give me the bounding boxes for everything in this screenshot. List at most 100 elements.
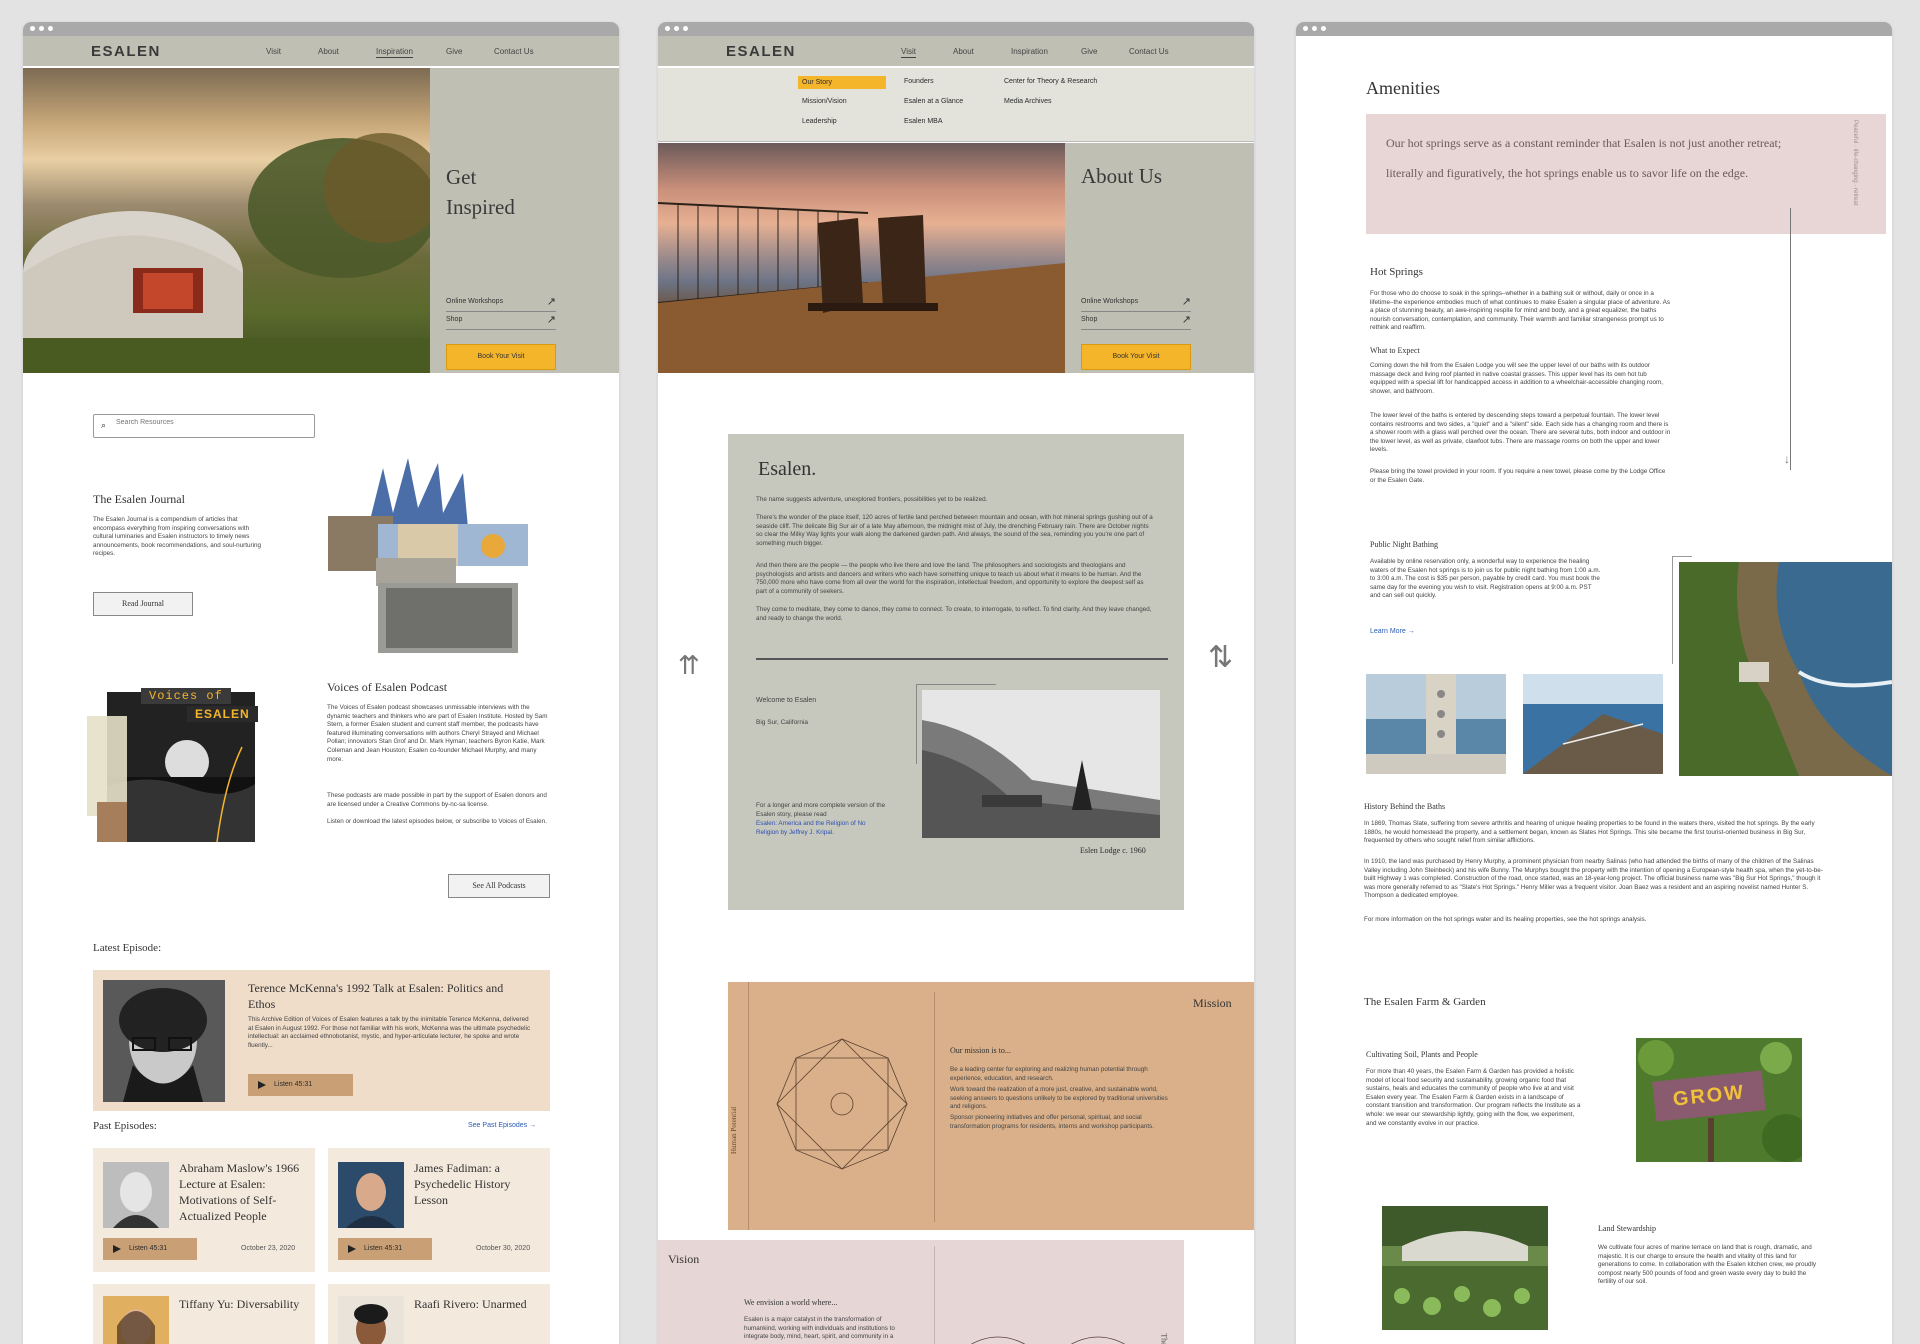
menu-mba[interactable]: Esalen MBA bbox=[904, 118, 943, 125]
book-visit-button[interactable]: Book Your Visit bbox=[446, 344, 556, 370]
read-journal-button[interactable]: Read Journal bbox=[93, 592, 193, 616]
listen-button[interactable]: Listen 45:31 bbox=[338, 1238, 432, 1260]
shop-link[interactable]: Shop ↗ bbox=[1081, 314, 1191, 330]
nav-inspiration[interactable]: Inspiration bbox=[376, 47, 413, 58]
book-visit-button[interactable]: Book Your Visit bbox=[1081, 344, 1191, 370]
human-potential-label: Human Potential bbox=[730, 1106, 738, 1154]
arrow-up-icon[interactable]: ⇈ bbox=[678, 650, 700, 681]
arrow-down-icon[interactable]: ↓ bbox=[1784, 452, 1790, 466]
hot-springs-p: For those who do choose to soak in the s… bbox=[1370, 290, 1670, 332]
latest-episode-label: Latest Episode: bbox=[93, 942, 162, 954]
nav-give[interactable]: Give bbox=[1081, 47, 1097, 56]
nav-contact[interactable]: Contact Us bbox=[494, 47, 534, 56]
nav-about[interactable]: About bbox=[953, 47, 974, 56]
maslow-portrait bbox=[103, 1162, 169, 1228]
search-input[interactable] bbox=[116, 419, 306, 426]
ocean-deck-photo bbox=[1523, 674, 1663, 774]
past-episode-title[interactable]: Abraham Maslow's 1966 Lecture at Esalen:… bbox=[179, 1160, 307, 1224]
online-workshops-link[interactable]: Online Workshops ↗ bbox=[1081, 296, 1191, 312]
deck-view-photo bbox=[1366, 674, 1506, 774]
expect-title: What to Expect bbox=[1370, 346, 1420, 355]
octagon-diagram bbox=[776, 1038, 908, 1170]
night-bathing-p: Available by online reservation only, a … bbox=[1370, 558, 1601, 600]
latest-episode-title[interactable]: Terence McKenna's 1992 Talk at Esalen: P… bbox=[248, 980, 518, 1012]
story-p2: There's the wonder of the place itself, … bbox=[756, 514, 1153, 547]
podcast-collage: Voices of ESALEN bbox=[87, 662, 309, 847]
window-chrome bbox=[1296, 22, 1892, 36]
past-episode-card[interactable]: Raafi Rivero: Unarmed bbox=[328, 1284, 550, 1344]
nav-give[interactable]: Give bbox=[446, 47, 462, 56]
night-bathing-title: Public Night Bathing bbox=[1370, 540, 1438, 549]
search-icon: ⌕ bbox=[101, 420, 107, 430]
menu-mission-vision[interactable]: Mission/Vision bbox=[802, 98, 847, 105]
window-dot[interactable] bbox=[665, 26, 670, 31]
past-episode-card[interactable]: Tiffany Yu: Diversability bbox=[93, 1284, 315, 1344]
logo[interactable]: ESALEN bbox=[726, 43, 796, 60]
episode-date: October 23, 2020 bbox=[241, 1245, 296, 1252]
menu-leadership[interactable]: Leadership bbox=[802, 118, 837, 125]
vision-diagram bbox=[970, 1336, 1126, 1344]
hero-title: About Us bbox=[1081, 164, 1163, 188]
online-workshops-link[interactable]: Online Workshops ↗ bbox=[446, 296, 556, 312]
see-all-podcasts-button[interactable]: See All Podcasts bbox=[448, 874, 550, 898]
learn-more-link[interactable]: Learn More → bbox=[1370, 628, 1415, 635]
podcast-p3: Listen or download the latest episodes b… bbox=[327, 818, 547, 825]
past-episode-title[interactable]: Tiffany Yu: Diversability bbox=[179, 1296, 307, 1312]
mission-label: Mission bbox=[1193, 996, 1232, 1010]
menu-our-story[interactable]: Our Story bbox=[798, 76, 886, 89]
past-episodes-label: Past Episodes: bbox=[93, 1120, 157, 1132]
window-dot[interactable] bbox=[48, 26, 53, 31]
our-story-panel: Esalen. The name suggests adventure, une… bbox=[728, 434, 1184, 910]
history-title: History Behind the Baths bbox=[1364, 802, 1446, 811]
rivero-portrait bbox=[338, 1296, 404, 1344]
listen-button[interactable]: Listen 45:31 bbox=[103, 1238, 197, 1260]
past-episode-card[interactable]: Abraham Maslow's 1966 Lecture at Esalen:… bbox=[93, 1148, 315, 1272]
mission-p1: Be a leading center for exploring and re… bbox=[950, 1066, 1148, 1082]
menu-glance[interactable]: Esalen at a Glance bbox=[904, 98, 963, 105]
past-episode-title[interactable]: Raafi Rivero: Unarmed bbox=[414, 1296, 542, 1312]
vision-p: Esalen is a major catalyst in the transf… bbox=[744, 1316, 895, 1341]
menu-founders[interactable]: Founders bbox=[904, 78, 934, 85]
window-dot[interactable] bbox=[1321, 26, 1326, 31]
ocean-deck-art bbox=[1523, 674, 1663, 774]
mission-p3: Sponsor pioneering initiatives and offer… bbox=[950, 1114, 1155, 1130]
expect-p2: The lower level of the baths is entered … bbox=[1370, 412, 1671, 454]
window-dot[interactable] bbox=[1303, 26, 1308, 31]
window-dot[interactable] bbox=[1312, 26, 1317, 31]
window-dot[interactable] bbox=[30, 26, 35, 31]
frame-line bbox=[1672, 556, 1673, 664]
window-chrome bbox=[658, 22, 1254, 36]
latest-episode-card[interactable]: Terence McKenna's 1992 Talk at Esalen: P… bbox=[93, 970, 550, 1111]
frame-line bbox=[916, 684, 917, 764]
frame-line bbox=[916, 684, 996, 685]
arrow-updown-icon[interactable]: ⇅ bbox=[1208, 640, 1233, 675]
nav-visit[interactable]: Visit bbox=[901, 47, 916, 58]
shop-link[interactable]: Shop ↗ bbox=[446, 314, 556, 330]
window-dot[interactable] bbox=[39, 26, 44, 31]
past-episode-card[interactable]: James Fadiman: a Psychedelic History Les… bbox=[328, 1148, 550, 1272]
logo[interactable]: ESALEN bbox=[91, 43, 161, 60]
quote-text: Our hot springs serve as a constant remi… bbox=[1386, 136, 1782, 180]
history-p3: For more information on the hot springs … bbox=[1364, 916, 1647, 923]
nav-about[interactable]: About bbox=[318, 47, 339, 56]
menu-media-archives[interactable]: Media Archives bbox=[1004, 98, 1051, 105]
nav-inspiration[interactable]: Inspiration bbox=[1011, 47, 1048, 56]
window-dot[interactable] bbox=[683, 26, 688, 31]
window-dot[interactable] bbox=[674, 26, 679, 31]
hot-springs-title: Hot Springs bbox=[1370, 266, 1423, 278]
book-link[interactable]: Esalen: America and the Religion of No R… bbox=[756, 820, 888, 837]
listen-button[interactable]: Listen 45:31 bbox=[248, 1074, 353, 1096]
quote-side-label: Peaceful · life-changing · retreat bbox=[1852, 120, 1858, 206]
menu-center[interactable]: Center for Theory & Research bbox=[1004, 78, 1097, 85]
dropdown-menu: Our Story Mission/Vision Leadership Foun… bbox=[658, 68, 1254, 142]
past-episode-title[interactable]: James Fadiman: a Psychedelic History Les… bbox=[414, 1160, 542, 1208]
nav-contact[interactable]: Contact Us bbox=[1129, 47, 1169, 56]
fadiman-portrait bbox=[338, 1162, 404, 1228]
podcast-badge-2: ESALEN bbox=[187, 706, 258, 722]
see-past-episodes-link[interactable]: See Past Episodes → bbox=[468, 1122, 536, 1129]
mission-lead: Our mission is to... bbox=[950, 1046, 1011, 1055]
journal-collage bbox=[328, 458, 528, 654]
nav-visit[interactable]: Visit bbox=[266, 47, 281, 56]
mission-p2: Work toward the realization of a more ju… bbox=[950, 1086, 1168, 1111]
search-box[interactable]: ⌕ bbox=[93, 414, 315, 438]
